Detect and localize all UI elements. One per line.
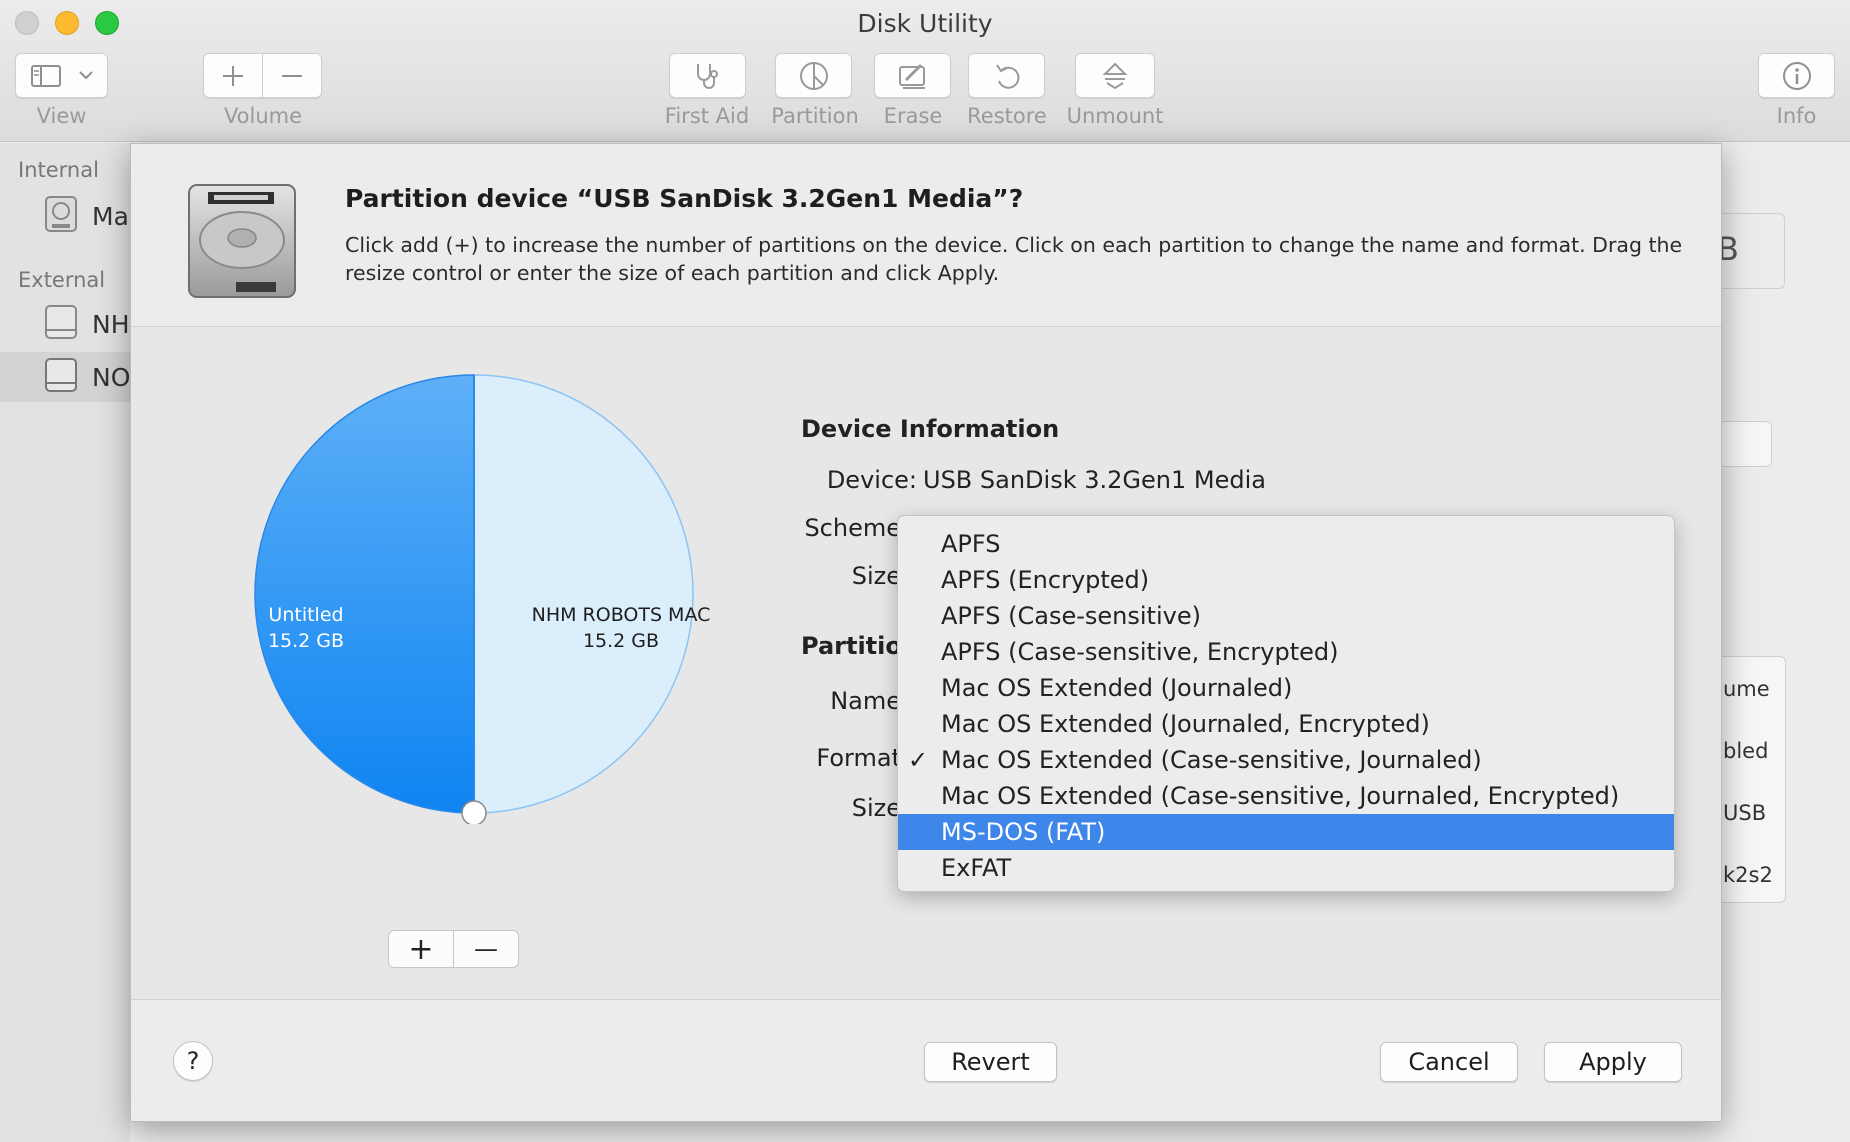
format-option-label: Mac OS Extended (Case-sensitive, Journal… bbox=[941, 746, 1482, 774]
sidebar-item-internal-disk[interactable]: Ma bbox=[0, 191, 130, 241]
pie-slice-untitled[interactable] bbox=[254, 374, 475, 814]
hard-drive-icon bbox=[44, 195, 78, 237]
format-option-label: Mac OS Extended (Journaled, Encrypted) bbox=[941, 710, 1430, 738]
minus-icon: — bbox=[474, 935, 498, 963]
format-option[interactable]: Mac OS Extended (Journaled) bbox=[898, 670, 1674, 706]
format-option[interactable]: Mac OS Extended (Case-sensitive, Journal… bbox=[898, 778, 1674, 814]
sidebar-header-internal: Internal bbox=[18, 158, 99, 182]
format-option-label: MS-DOS (FAT) bbox=[941, 818, 1106, 846]
view-label: View bbox=[36, 104, 87, 128]
format-option[interactable]: APFS (Case-sensitive) bbox=[898, 598, 1674, 634]
info-label: Info bbox=[1776, 104, 1817, 128]
restore-button[interactable] bbox=[968, 53, 1045, 98]
format-option-label: APFS (Encrypted) bbox=[941, 566, 1150, 594]
device-size-label: Size bbox=[851, 562, 901, 590]
revert-button[interactable]: Revert bbox=[924, 1042, 1057, 1082]
partition-pie: Untitled 15.2 GB NHM ROBOTS MAC 15.2 GB bbox=[191, 364, 735, 828]
partition-name: NHM ROBOTS MAC bbox=[531, 604, 711, 626]
format-label: Format bbox=[816, 744, 901, 772]
format-option-label: APFS (Case-sensitive, Encrypted) bbox=[941, 638, 1339, 666]
format-option[interactable]: APFS (Encrypted) bbox=[898, 562, 1674, 598]
device-label: Device: bbox=[826, 466, 917, 494]
view-button[interactable] bbox=[15, 53, 108, 98]
chevron-down-icon bbox=[78, 71, 93, 80]
first-aid-label: First Aid bbox=[664, 104, 750, 128]
partition-name: Untitled bbox=[268, 604, 344, 626]
sheet-title: Partition device “USB SanDisk 3.2Gen1 Me… bbox=[345, 184, 1024, 213]
info-row-text: bled bbox=[1723, 739, 1769, 763]
volume-label: Volume bbox=[223, 104, 303, 128]
cancel-button[interactable]: Cancel bbox=[1380, 1042, 1518, 1082]
partition-pie-chart[interactable] bbox=[191, 364, 735, 826]
resize-handle[interactable] bbox=[461, 800, 487, 826]
minus-icon bbox=[280, 64, 304, 88]
scheme-label: Scheme bbox=[804, 514, 901, 542]
sidebar: Internal Ma External NH NO bbox=[0, 143, 130, 1142]
window-title: Disk Utility bbox=[857, 9, 993, 38]
format-option-label: APFS bbox=[941, 530, 1001, 558]
format-option-label: Mac OS Extended (Case-sensitive, Journal… bbox=[941, 782, 1620, 810]
sidebar-item-external-no[interactable]: NO bbox=[0, 352, 130, 402]
format-option[interactable]: APFS (Case-sensitive, Encrypted) bbox=[898, 634, 1674, 670]
format-option[interactable]: ✓ Mac OS Extended (Case-sensitive, Journa… bbox=[898, 742, 1674, 778]
pie-slice-nhm-robots-mac[interactable] bbox=[473, 374, 694, 814]
sidebar-header-external: External bbox=[18, 268, 106, 292]
restore-label: Restore bbox=[967, 104, 1047, 128]
checkmark-icon: ✓ bbox=[908, 746, 929, 774]
external-drive-icon bbox=[44, 357, 78, 397]
help-button[interactable]: ? bbox=[173, 1041, 213, 1081]
info-button[interactable] bbox=[1758, 53, 1835, 98]
first-aid-button[interactable] bbox=[669, 53, 746, 98]
add-partition-button[interactable]: + bbox=[388, 930, 454, 968]
plus-icon: + bbox=[408, 931, 434, 967]
partition-info-heading: Partitio bbox=[801, 632, 902, 660]
sidebar-icon bbox=[30, 64, 61, 87]
external-drive-icon bbox=[44, 304, 78, 344]
partition-label-untitled[interactable]: Untitled 15.2 GB bbox=[231, 602, 381, 654]
hard-disk-icon bbox=[186, 182, 298, 304]
format-option-label: ExFAT bbox=[941, 854, 1012, 882]
eject-icon bbox=[1102, 61, 1128, 91]
partition-label: Partition bbox=[771, 104, 859, 128]
partition-size-label: Size bbox=[851, 794, 901, 822]
remove-volume-button[interactable] bbox=[262, 53, 322, 98]
format-option-label: APFS (Case-sensitive) bbox=[941, 602, 1201, 630]
info-icon bbox=[1781, 60, 1813, 92]
window-toolbar: Disk Utility View Volume First Aid Parti… bbox=[0, 0, 1850, 142]
restore-arrow-icon bbox=[992, 61, 1022, 91]
format-option[interactable]: Mac OS Extended (Journaled, Encrypted) bbox=[898, 706, 1674, 742]
eraser-icon bbox=[897, 61, 929, 91]
partition-size: 15.2 GB bbox=[267, 630, 345, 652]
format-option[interactable]: APFS bbox=[898, 526, 1674, 562]
plus-icon bbox=[221, 64, 245, 88]
sidebar-item-label: NH bbox=[92, 309, 130, 339]
format-option-label: Mac OS Extended (Journaled) bbox=[941, 674, 1293, 702]
format-option[interactable]: ExFAT bbox=[898, 850, 1674, 886]
add-volume-button[interactable] bbox=[203, 53, 263, 98]
apply-button[interactable]: Apply bbox=[1544, 1042, 1682, 1082]
partition-size: 15.2 GB bbox=[582, 630, 660, 652]
stethoscope-icon bbox=[692, 61, 724, 91]
sidebar-item-label: Ma bbox=[92, 201, 129, 231]
name-label: Name bbox=[830, 687, 901, 715]
format-option[interactable]: MS-DOS (FAT) bbox=[898, 814, 1674, 850]
sheet-description: Click add (+) to increase the number of … bbox=[345, 233, 1683, 285]
device-value: USB SanDisk 3.2Gen1 Media bbox=[923, 466, 1266, 494]
info-row-text: ume bbox=[1723, 677, 1770, 701]
partition-label-nhm[interactable]: NHM ROBOTS MAC 15.2 GB bbox=[521, 602, 721, 654]
erase-button[interactable] bbox=[874, 53, 951, 98]
info-row-text: k2s2 bbox=[1723, 863, 1773, 887]
sidebar-item-label: NO bbox=[92, 362, 131, 392]
partition-button[interactable] bbox=[775, 53, 852, 98]
info-row-text: USB bbox=[1723, 801, 1767, 825]
sidebar-item-external-nh[interactable]: NH bbox=[0, 299, 130, 349]
unmount-label: Unmount bbox=[1066, 104, 1164, 128]
remove-partition-button[interactable]: — bbox=[453, 930, 519, 968]
device-info-heading: Device Information bbox=[801, 415, 1060, 443]
pie-chart-icon bbox=[798, 60, 830, 92]
unmount-button[interactable] bbox=[1075, 53, 1155, 98]
format-dropdown-menu: APFS APFS (Encrypted) APFS (Case-sensitive… bbox=[897, 515, 1675, 892]
